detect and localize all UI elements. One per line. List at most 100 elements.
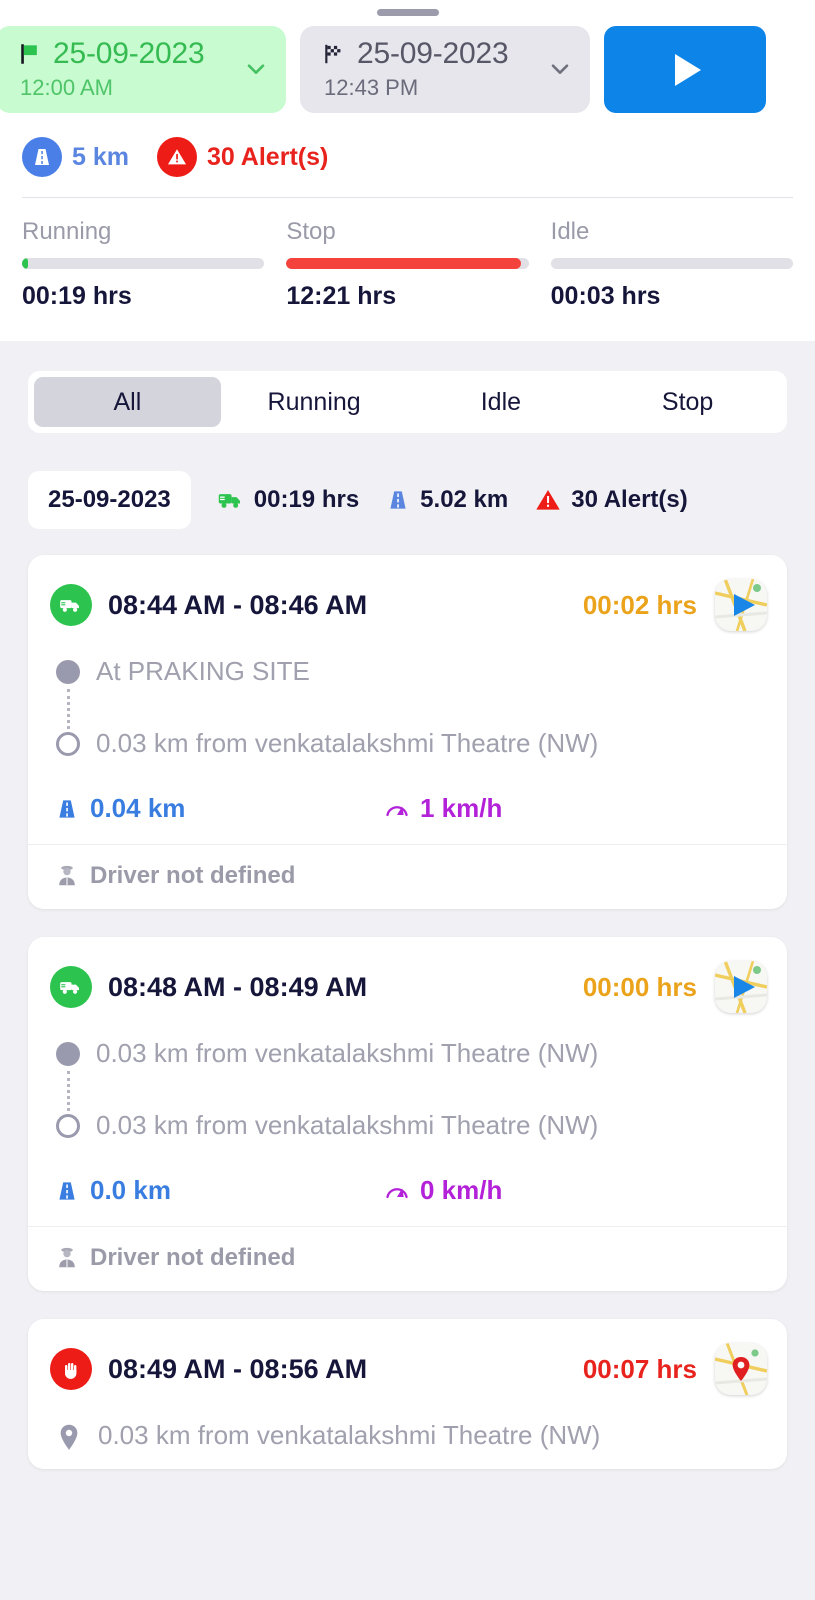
end-dot-icon bbox=[56, 732, 80, 756]
filter-tabs: All Running Idle Stop bbox=[28, 371, 787, 433]
summary-alerts: 30 Alert(s) bbox=[534, 486, 688, 514]
trip-speed-label: 0 km/h bbox=[420, 1175, 503, 1205]
status-running: Running 00:19 hrs bbox=[22, 218, 265, 311]
summary-date-chip[interactable]: 25-09-2023 bbox=[28, 471, 191, 529]
road-icon bbox=[390, 491, 406, 509]
trip-card[interactable]: 08:48 AM - 08:49 AM 00:00 hrs 0.03 km fr… bbox=[28, 937, 787, 1291]
route-end-label: 0.03 km from venkatalakshmi Theatre (NW) bbox=[96, 728, 599, 758]
trip-metrics: 0.0 km 0 km/h bbox=[28, 1159, 787, 1226]
trip-driver-row: Driver not defined bbox=[28, 1226, 787, 1291]
trip-distance-label: 0.04 km bbox=[90, 793, 186, 823]
map-navigate-icon[interactable] bbox=[715, 961, 767, 1013]
status-idle-track bbox=[550, 258, 793, 269]
trip-route: 0.03 km from venkatalakshmi Theatre (NW) bbox=[28, 1401, 787, 1469]
status-stop-label: Stop bbox=[286, 218, 336, 245]
alert-triangle-icon bbox=[156, 137, 197, 177]
start-time-value: 12:00 AM bbox=[20, 75, 113, 100]
truck-icon bbox=[50, 966, 92, 1008]
green-flag-icon bbox=[21, 44, 37, 64]
trip-metrics: 0.04 km 1 km/h bbox=[28, 777, 787, 844]
start-date-value: 25-09-2023 bbox=[53, 37, 205, 70]
status-stop-value: 12:21 hrs bbox=[286, 282, 397, 310]
trip-time-range: 08:49 AM - 08:56 AM bbox=[108, 1353, 368, 1384]
status-running-value: 00:19 hrs bbox=[22, 282, 132, 310]
date-range-row: 25-09-2023 12:00 AM 25-09-2023 12:43 PM bbox=[0, 22, 815, 113]
trip-route: 0.03 km from venkatalakshmi Theatre (NW)… bbox=[28, 1019, 787, 1159]
trip-distance: 0.0 km bbox=[54, 1175, 384, 1206]
tab-running[interactable]: Running bbox=[221, 377, 408, 427]
trip-card[interactable]: 08:49 AM - 08:56 AM 00:07 hrs 0.03 km fr… bbox=[28, 1319, 787, 1469]
driver-icon bbox=[59, 1247, 75, 1268]
driver-icon bbox=[59, 865, 75, 886]
status-stop-fill bbox=[286, 258, 522, 269]
chevron-down-icon[interactable] bbox=[546, 54, 574, 82]
trip-distance: 0.04 km bbox=[54, 793, 384, 824]
trip-history-screen: 25-09-2023 12:00 AM 25-09-2023 12:43 PM … bbox=[0, 0, 815, 1600]
total-distance-label: 5 km bbox=[72, 142, 129, 171]
route-end: 0.03 km from venkatalakshmi Theatre (NW) bbox=[54, 1109, 765, 1155]
play-button[interactable] bbox=[604, 26, 766, 113]
trip-card[interactable]: 08:44 AM - 08:46 AM 00:02 hrs At PRAKING… bbox=[28, 555, 787, 909]
end-date-value: 25-09-2023 bbox=[357, 37, 509, 70]
total-alerts-item[interactable]: 30 Alert(s) bbox=[156, 137, 329, 177]
route-start-label: At PRAKING SITE bbox=[96, 656, 310, 686]
status-idle-label: Idle bbox=[550, 218, 590, 245]
road-icon bbox=[22, 137, 62, 177]
status-idle-value: 00:03 hrs bbox=[550, 282, 661, 310]
map-navigate-icon[interactable] bbox=[715, 579, 767, 631]
tab-all[interactable]: All bbox=[34, 377, 221, 427]
route-start-label: 0.03 km from venkatalakshmi Theatre (NW) bbox=[96, 1038, 599, 1068]
start-dot-icon bbox=[56, 1042, 80, 1066]
sheet-drag-handle[interactable] bbox=[376, 9, 439, 16]
status-running-fill bbox=[22, 258, 29, 269]
route-start: At PRAKING SITE bbox=[54, 655, 765, 729]
start-date-picker[interactable]: 25-09-2023 12:00 AM bbox=[0, 26, 286, 113]
route-connector bbox=[67, 689, 70, 729]
trip-card-header: 08:48 AM - 08:49 AM 00:00 hrs bbox=[28, 937, 787, 1019]
stop-hand-icon bbox=[50, 1348, 92, 1390]
trip-speed: 0 km/h bbox=[384, 1175, 502, 1206]
route-end: 0.03 km from venkatalakshmi Theatre (NW) bbox=[54, 727, 765, 773]
trip-speed: 1 km/h bbox=[384, 793, 502, 824]
truck-icon bbox=[218, 494, 240, 508]
road-icon bbox=[59, 1181, 75, 1200]
status-idle: Idle 00:03 hrs bbox=[550, 218, 793, 311]
trip-time-range: 08:44 AM - 08:46 AM bbox=[108, 589, 368, 620]
start-date-line: 25-09-2023 bbox=[18, 37, 270, 71]
summary-distance: 5.02 km bbox=[385, 486, 508, 514]
end-dot-icon bbox=[56, 1114, 80, 1138]
tab-idle[interactable]: Idle bbox=[408, 377, 595, 427]
speedometer-icon bbox=[386, 1187, 408, 1198]
status-running-label: Running bbox=[22, 218, 112, 245]
summary-duration: 00:19 hrs bbox=[217, 486, 359, 514]
trip-driver-label: Driver not defined bbox=[90, 862, 296, 889]
end-date-line: 25-09-2023 bbox=[322, 37, 574, 71]
route-start: 0.03 km from venkatalakshmi Theatre (NW) bbox=[54, 1037, 765, 1111]
trip-driver-row: Driver not defined bbox=[28, 844, 787, 909]
route-connector bbox=[67, 1071, 70, 1111]
status-stop-track bbox=[286, 258, 529, 269]
trip-duration: 00:00 hrs bbox=[582, 971, 697, 1002]
summary-distance-label: 5.02 km bbox=[420, 486, 509, 513]
drag-handle-area bbox=[0, 0, 815, 22]
chevron-down-icon[interactable] bbox=[242, 54, 270, 82]
status-running-track bbox=[22, 258, 265, 269]
trip-list-area: All Running Idle Stop 25-09-2023 00:19 h… bbox=[0, 341, 815, 1600]
map-pin-icon[interactable] bbox=[715, 1343, 767, 1395]
summary-duration-label: 00:19 hrs bbox=[253, 486, 360, 513]
trip-duration: 00:02 hrs bbox=[582, 589, 697, 620]
alert-triangle-icon bbox=[536, 489, 560, 510]
total-distance-item[interactable]: 5 km bbox=[22, 137, 129, 177]
day-summary-row: 25-09-2023 00:19 hrs 5.02 km 30 Alert(s) bbox=[28, 471, 815, 529]
trip-route: At PRAKING SITE 0.03 km from venkatalaks… bbox=[28, 637, 787, 777]
top-sheet: 25-09-2023 12:00 AM 25-09-2023 12:43 PM … bbox=[0, 0, 815, 341]
route-start: 0.03 km from venkatalakshmi Theatre (NW) bbox=[54, 1419, 765, 1465]
trip-driver-label: Driver not defined bbox=[90, 1244, 296, 1271]
status-stop: Stop 12:21 hrs bbox=[286, 218, 529, 311]
tab-stop[interactable]: Stop bbox=[594, 377, 781, 427]
total-alerts-label: 30 Alert(s) bbox=[206, 142, 329, 171]
route-end-label: 0.03 km from venkatalakshmi Theatre (NW) bbox=[96, 1110, 599, 1140]
end-date-picker[interactable]: 25-09-2023 12:43 PM bbox=[300, 26, 590, 113]
trip-card-header: 08:49 AM - 08:56 AM 00:07 hrs bbox=[28, 1319, 787, 1401]
location-pin-icon bbox=[56, 1423, 82, 1458]
